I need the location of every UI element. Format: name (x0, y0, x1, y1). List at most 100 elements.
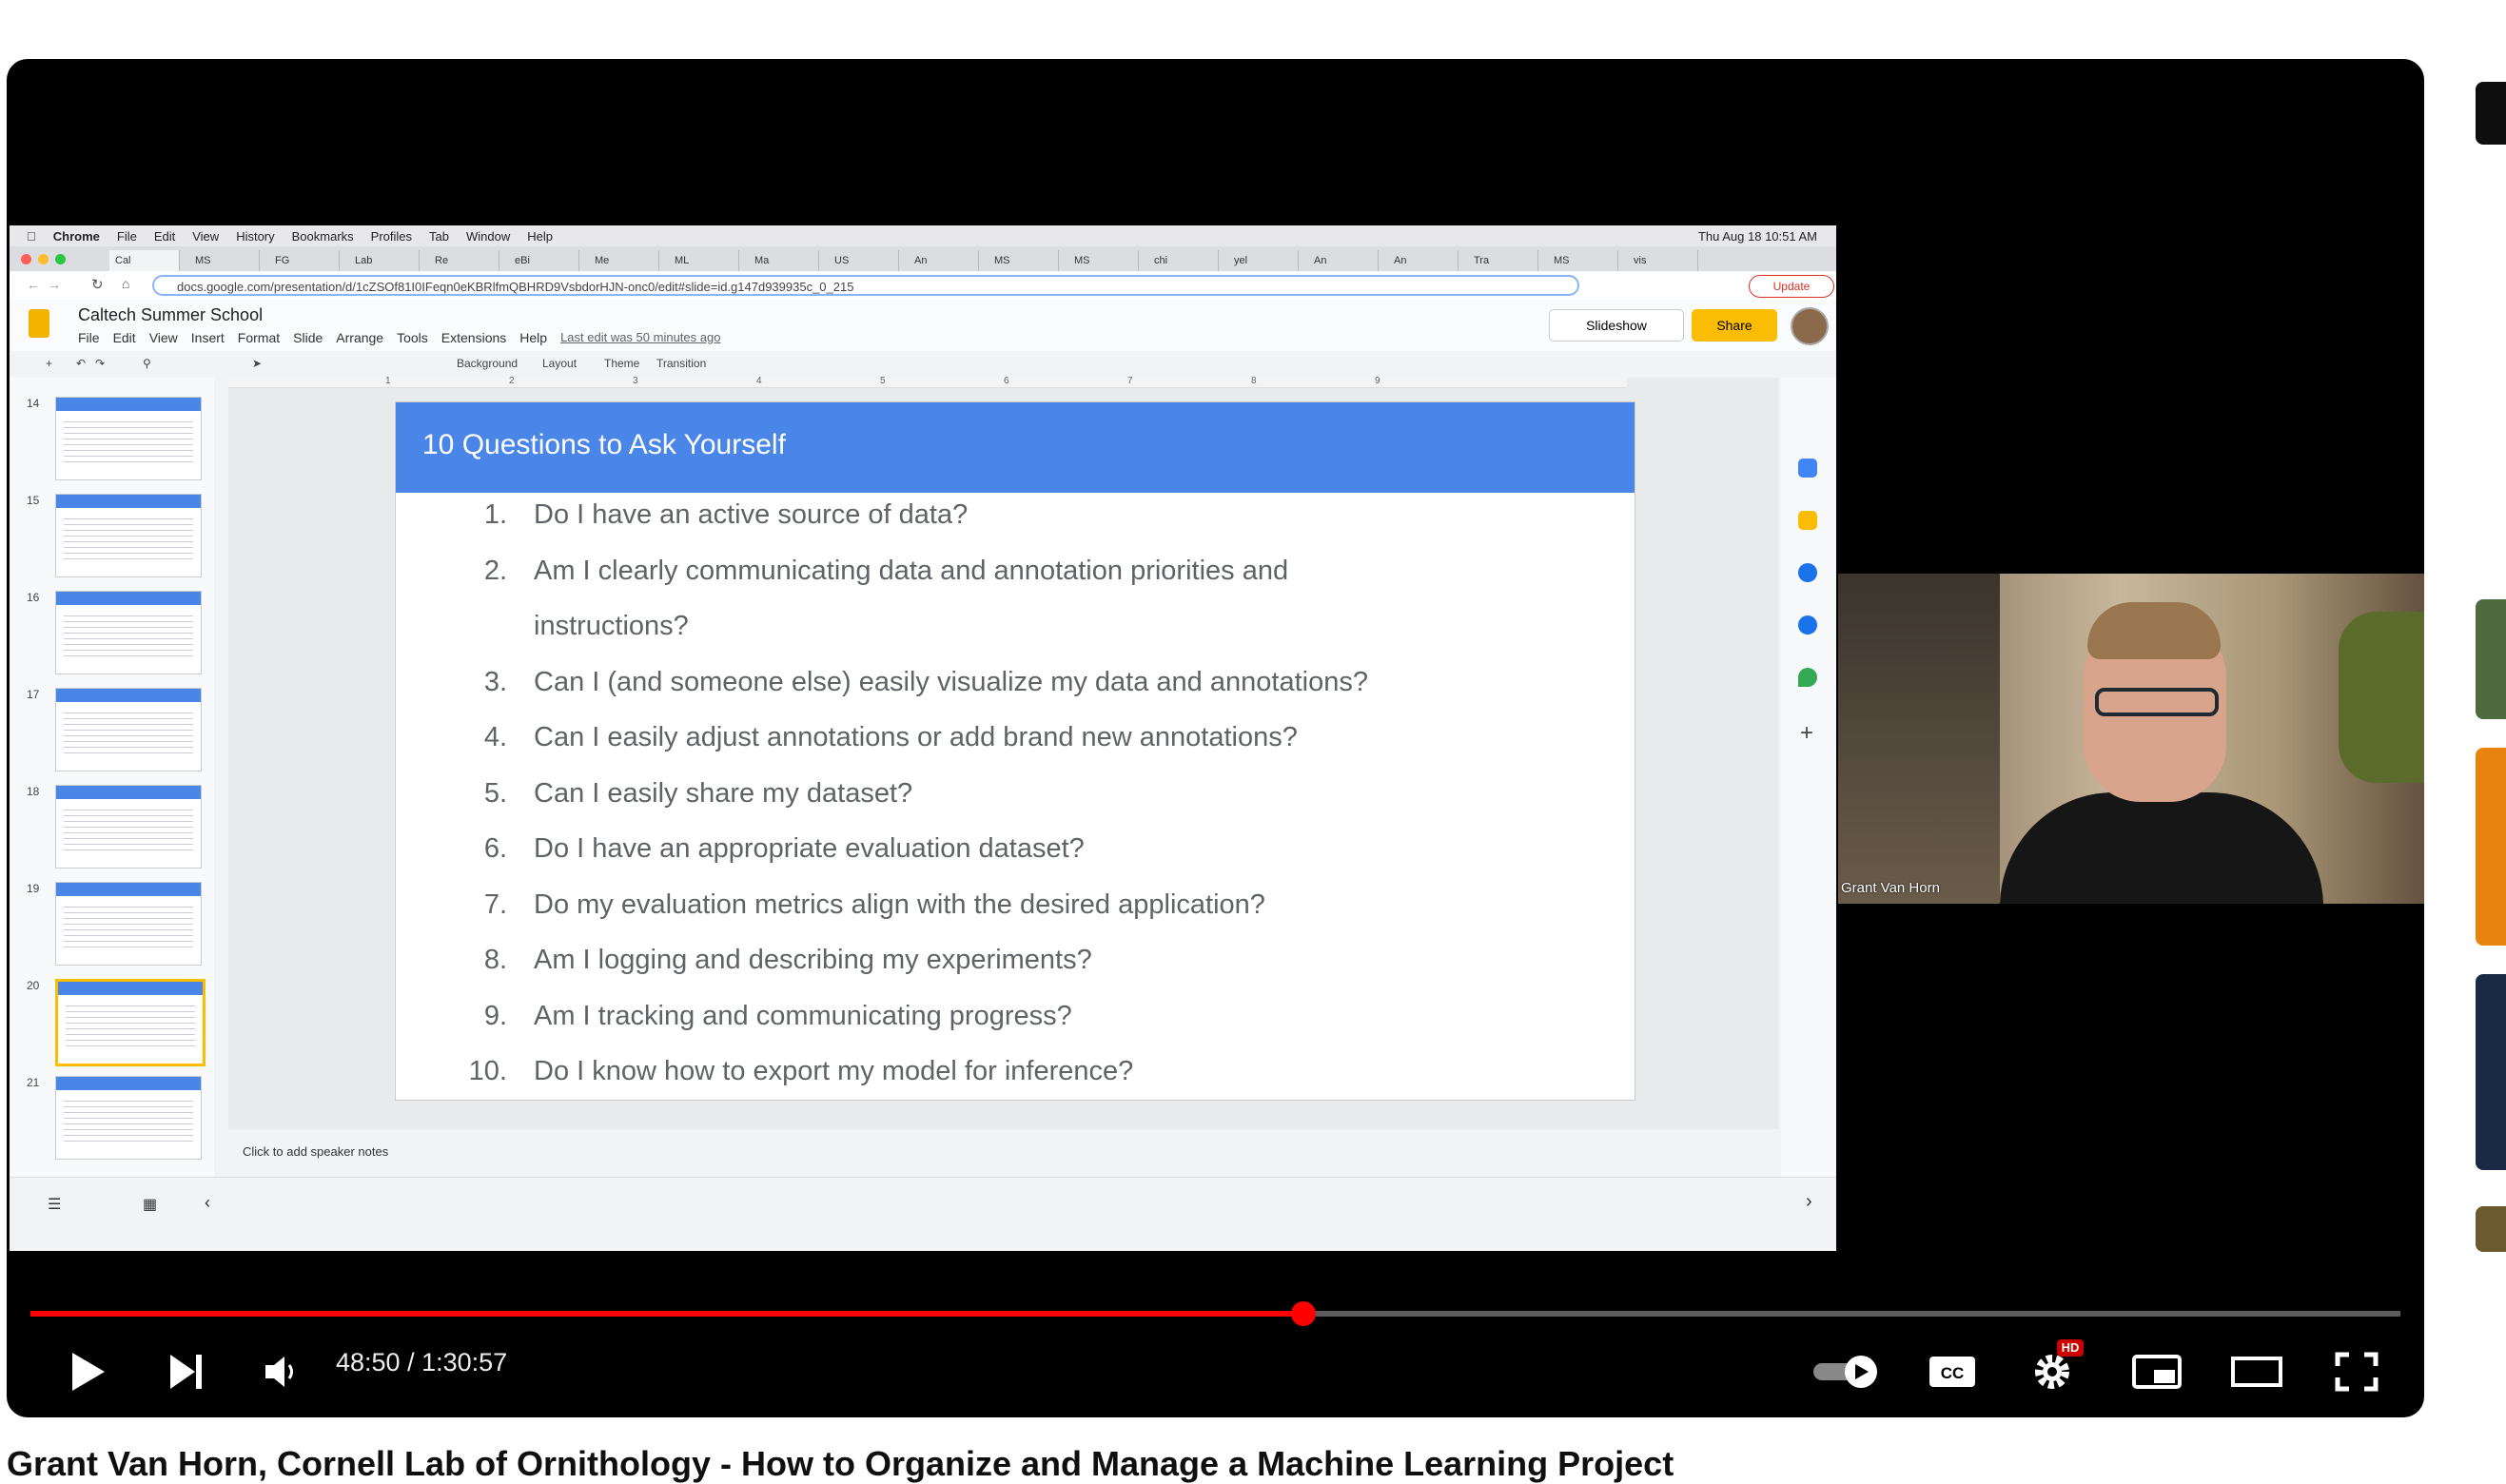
slideshow-button: Slideshow (1549, 309, 1684, 342)
thumb-lines (64, 514, 193, 561)
apple-icon:  (27, 229, 36, 244)
thumb-lines (64, 902, 193, 949)
doc-menu-view: View (148, 330, 178, 345)
autoplay-toggle[interactable] (1810, 1343, 1886, 1400)
thumb-header (56, 883, 201, 896)
webcam-plant (2339, 612, 2424, 783)
theater-icon (2231, 1357, 2282, 1387)
thumb-lines (66, 1001, 195, 1048)
question-text: Am I tracking and communicating progress… (534, 1000, 1072, 1031)
next-button[interactable] (157, 1343, 214, 1400)
browser-tab: ML (669, 250, 739, 271)
sidebar-chip[interactable] (2476, 82, 2506, 145)
browser-tab: vis (1628, 250, 1698, 271)
captions-button[interactable]: CC (1919, 1343, 1986, 1400)
theater-mode-button[interactable] (2223, 1343, 2290, 1400)
question-text: Can I (and someone else) easily visualiz… (534, 666, 1368, 697)
webcam-feed: Grant Van Horn (1838, 574, 2424, 904)
speaker-notes: Click to add speaker notes (228, 1129, 1779, 1177)
sidebar-video-thumbnail[interactable] (2476, 599, 2506, 719)
doc-menu: File Edit View Insert Format Slide Arran… (78, 330, 720, 345)
question-text: instructions? (534, 611, 689, 641)
browser-tab: MS (1548, 250, 1618, 271)
svg-text:CC: CC (1941, 1364, 1965, 1382)
menu-window: Window (457, 228, 510, 244)
browser-tab: Ma (749, 250, 819, 271)
toolbar-transition: Transition (656, 357, 707, 370)
fullscreen-button[interactable] (2323, 1343, 2390, 1400)
miniplayer-icon (2132, 1355, 2182, 1389)
play-icon (72, 1353, 105, 1391)
question-number: 1. (483, 499, 507, 530)
zoom-window-icon (55, 254, 66, 264)
thumb-header (56, 1077, 201, 1090)
browser-tab: chi (1148, 250, 1219, 271)
fullscreen-icon (2335, 1352, 2379, 1392)
menu-view: View (183, 228, 219, 244)
question-text: Do I have an active source of data? (534, 499, 969, 530)
browser-tab: MS (989, 250, 1059, 271)
thumb-header (56, 689, 201, 702)
progress-bar[interactable] (30, 1301, 2400, 1326)
doc-menu-file: File (78, 330, 100, 345)
volume-button[interactable] (252, 1343, 309, 1400)
ruler-tick: 2 (509, 376, 515, 386)
last-edit-link: Last edit was 50 minutes ago (560, 330, 721, 344)
ruler-tick: 6 (1004, 376, 1009, 386)
question-number: 10. (468, 1056, 507, 1086)
browser-tab: Cal (109, 250, 180, 271)
contacts-icon (1798, 615, 1817, 635)
browser-tab: Re (429, 250, 499, 271)
browser-tab: FG (269, 250, 340, 271)
ruler-tick: 7 (1127, 376, 1133, 386)
slide-title-bar: 10 Questions to Ask Yourself (396, 402, 1635, 493)
browser-update-button: Update (1749, 275, 1834, 298)
maps-icon (1798, 668, 1817, 687)
doc-menu-slide: Slide (293, 330, 323, 345)
share-button: Share (1692, 309, 1777, 342)
browser-tab: US (829, 250, 899, 271)
back-icon: ← (27, 277, 40, 292)
question-text: Am I clearly communicating data and anno… (534, 555, 1289, 586)
current-slide: 10 Questions to Ask Yourself 1. Do I have… (395, 401, 1635, 1101)
slides-logo-icon (29, 309, 49, 338)
expand-icon: › (1806, 1191, 1812, 1212)
menu-profiles: Profiles (361, 228, 412, 244)
sidebar-video-thumbnail[interactable] (2476, 748, 2506, 946)
slide-thumbnail (55, 494, 202, 577)
ruler-tick: 8 (1251, 376, 1257, 386)
browser-tab: eBi (509, 250, 579, 271)
sidebar-video-thumbnail[interactable] (2476, 974, 2506, 1170)
menu-edit: Edit (145, 228, 175, 244)
sidebar-video-thumbnail[interactable] (2476, 1206, 2506, 1252)
question-text: Can I easily adjust annotations or add b… (534, 722, 1298, 752)
thumb-lines (64, 708, 193, 755)
ruler-tick: 4 (756, 376, 762, 386)
video-title: Grant Van Horn, Cornell Lab of Ornitholo… (7, 1444, 1674, 1483)
doc-menu-format: Format (237, 330, 281, 345)
browser-tab: MS (1068, 250, 1139, 271)
autoplay-icon (1813, 1356, 1877, 1388)
doc-menu-arrange: Arrange (336, 330, 384, 345)
slide-thumbnail (55, 397, 202, 480)
mac-clock: Thu Aug 18 10:51 AM (1697, 229, 1817, 244)
doc-menu-edit: Edit (112, 330, 136, 345)
play-button[interactable] (59, 1343, 116, 1400)
progress-scrubber[interactable] (1290, 1301, 1316, 1326)
video-player[interactable]:  Chrome File Edit View History Bookmark… (7, 59, 2424, 1417)
question-number: 3. (483, 666, 507, 697)
reload-icon: ↻ (91, 277, 104, 293)
question-number: 2. (483, 555, 507, 586)
slide-number: 16 (27, 591, 40, 604)
thumb-header (56, 592, 201, 605)
ruler-tick: 1 (385, 376, 391, 386)
time-display: 48:50 / 1:30:57 (336, 1348, 508, 1377)
volume-icon (265, 1357, 293, 1387)
browser-tab: Me (589, 250, 659, 271)
mac-menu-bar:  Chrome File Edit View History Bookmark… (10, 225, 1836, 246)
keep-icon (1798, 511, 1817, 530)
miniplayer-button[interactable] (2124, 1343, 2190, 1400)
grid-view-icon: ☰ (48, 1197, 62, 1213)
next-icon (170, 1355, 202, 1389)
slide-number: 18 (27, 785, 40, 798)
